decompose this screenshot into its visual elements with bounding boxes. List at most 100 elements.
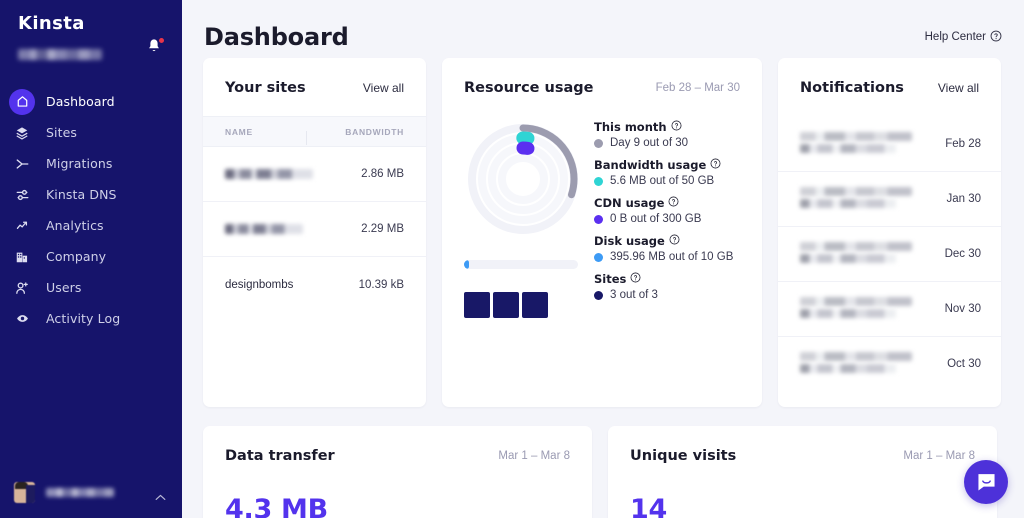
- redacted-notification-text: [800, 352, 912, 376]
- redacted-line: [800, 199, 896, 208]
- user-plus-icon: [9, 275, 35, 301]
- sidebar: Kinsta Dashboard: [0, 0, 182, 518]
- sidebar-item-label: Kinsta DNS: [46, 187, 117, 202]
- legend-label-text: Sites: [594, 272, 626, 286]
- sidebar-item-label: Dashboard: [46, 94, 115, 109]
- list-item[interactable]: Dec 30: [778, 226, 1001, 281]
- unique-visits-date-range: Mar 1 – Mar 8: [903, 450, 975, 462]
- user-account-menu-button[interactable]: [0, 466, 182, 518]
- table-row[interactable]: 2.86 MB: [203, 147, 426, 202]
- redacted-line: [800, 254, 896, 263]
- resource-usage-date-range: Feb 28 – Mar 30: [656, 82, 740, 94]
- legend-value-text: Day 9 out of 30: [610, 137, 688, 149]
- data-transfer-title: Data transfer: [225, 448, 335, 464]
- legend-value-row: 0 B out of 300 GB: [594, 213, 740, 225]
- page-title: Dashboard: [204, 23, 349, 51]
- layers-icon: [9, 120, 35, 146]
- legend-label: Disk usage: [594, 234, 740, 248]
- dashboard-app: Kinsta Dashboard: [0, 0, 1024, 518]
- list-item[interactable]: Nov 30: [778, 281, 1001, 336]
- top-bar: Dashboard Help Center: [182, 0, 1024, 56]
- your-sites-title: Your sites: [225, 80, 306, 96]
- redacted-notification-text: [800, 297, 912, 321]
- legend-value-row: 3 out of 3: [594, 289, 740, 301]
- table-row[interactable]: 2.29 MB: [203, 202, 426, 257]
- list-item[interactable]: Jan 30: [778, 171, 1001, 226]
- legend-label: Sites: [594, 272, 740, 286]
- redacted-notification-text: [800, 242, 912, 266]
- legend-label-text: CDN usage: [594, 196, 664, 210]
- legend-value-row: 5.6 MB out of 50 GB: [594, 175, 740, 187]
- sidebar-item-migrations[interactable]: Migrations: [0, 148, 182, 179]
- sidebar-item-label: Activity Log: [46, 311, 120, 326]
- redacted-notification-text: [800, 187, 912, 211]
- redacted-line: [800, 187, 912, 196]
- notifications-view-all-link[interactable]: View all: [938, 81, 979, 95]
- question-circle-icon[interactable]: [671, 120, 682, 134]
- your-sites-view-all-link[interactable]: View all: [363, 81, 404, 95]
- legend-cdn-usage: CDN usage 0 B out of 300 GB: [594, 196, 740, 225]
- site-name-redacted: [203, 169, 313, 179]
- redacted-line: [800, 242, 912, 251]
- top-card-row: Your sites View all NAME BANDWIDTH 2.86 …: [182, 58, 1024, 407]
- eye-icon: [9, 306, 35, 332]
- question-circle-icon[interactable]: [668, 196, 679, 210]
- legend-color-dot: [594, 177, 603, 186]
- sidebar-item-users[interactable]: Users: [0, 272, 182, 303]
- sidebar-item-sites[interactable]: Sites: [0, 117, 182, 148]
- column-header-bandwidth: BANDWIDTH: [313, 127, 426, 137]
- data-transfer-date-range: Mar 1 – Mar 8: [498, 450, 570, 462]
- disk-usage-progress-bar: [464, 260, 578, 269]
- sidebar-item-activity-log[interactable]: Activity Log: [0, 303, 182, 334]
- sites-count-squares: [464, 292, 594, 318]
- notification-badge-dot: [158, 37, 165, 44]
- column-header-name: NAME: [203, 127, 313, 137]
- sidebar-item-company[interactable]: Company: [0, 241, 182, 272]
- legend-label: CDN usage: [594, 196, 740, 210]
- chevron-up-icon: [155, 488, 166, 506]
- notifications-header: Notifications View all: [778, 58, 1001, 116]
- resource-usage-legend: This month Day 9 out of 30: [594, 116, 740, 318]
- unique-visits-header: Unique visits Mar 1 – Mar 8: [608, 426, 997, 484]
- question-circle-icon[interactable]: [669, 234, 680, 248]
- legend-color-dot: [594, 215, 603, 224]
- sliders-icon: [9, 182, 35, 208]
- list-item[interactable]: Feb 28: [778, 116, 1001, 171]
- unique-visits-value: 14: [608, 494, 997, 518]
- sidebar-item-dashboard[interactable]: Dashboard: [0, 86, 182, 117]
- list-item[interactable]: Oct 30: [778, 336, 1001, 391]
- question-circle-icon[interactable]: [710, 158, 721, 172]
- legend-label: Bandwidth usage: [594, 158, 740, 172]
- sidebar-item-analytics[interactable]: Analytics: [0, 210, 182, 241]
- notifications-title: Notifications: [800, 80, 904, 96]
- trending-up-icon: [9, 213, 35, 239]
- avatar: [14, 482, 35, 503]
- table-row[interactable]: designbombs 10.39 kB: [203, 257, 426, 312]
- legend-label: This month: [594, 120, 740, 134]
- your-sites-card: Your sites View all NAME BANDWIDTH 2.86 …: [203, 58, 426, 407]
- site-bandwidth: 10.39 kB: [313, 279, 426, 291]
- sidebar-item-kinsta-dns[interactable]: Kinsta DNS: [0, 179, 182, 210]
- chat-launcher-button[interactable]: [964, 460, 1008, 504]
- legend-value-text: 395.96 MB out of 10 GB: [610, 251, 733, 263]
- unique-visits-title: Unique visits: [630, 448, 736, 464]
- site-square: [464, 292, 490, 318]
- redacted-account-text: [18, 49, 102, 60]
- redacted-line: [800, 352, 912, 361]
- sidebar-item-label: Migrations: [46, 156, 112, 171]
- bottom-card-row: Data transfer Mar 1 – Mar 8 4.3 MB Uniqu…: [182, 426, 1024, 518]
- legend-value-row: 395.96 MB out of 10 GB: [594, 251, 740, 263]
- site-bandwidth: 2.86 MB: [313, 168, 426, 180]
- question-circle-icon[interactable]: [630, 272, 641, 286]
- sidebar-item-label: Sites: [46, 125, 77, 140]
- legend-label-text: Disk usage: [594, 234, 665, 248]
- kinsta-logo[interactable]: Kinsta: [18, 13, 182, 34]
- legend-bandwidth-usage: Bandwidth usage 5.6 MB out of 50 GB: [594, 158, 740, 187]
- help-center-link[interactable]: Help Center: [925, 30, 1002, 45]
- site-bandwidth: 2.29 MB: [313, 223, 426, 235]
- notifications-bell-button[interactable]: [146, 38, 164, 56]
- notification-date: Dec 30: [945, 248, 981, 260]
- resource-usage-header: Resource usage Feb 28 – Mar 30: [442, 58, 762, 116]
- redacted-user-name: [46, 488, 114, 497]
- legend-color-dot: [594, 139, 603, 148]
